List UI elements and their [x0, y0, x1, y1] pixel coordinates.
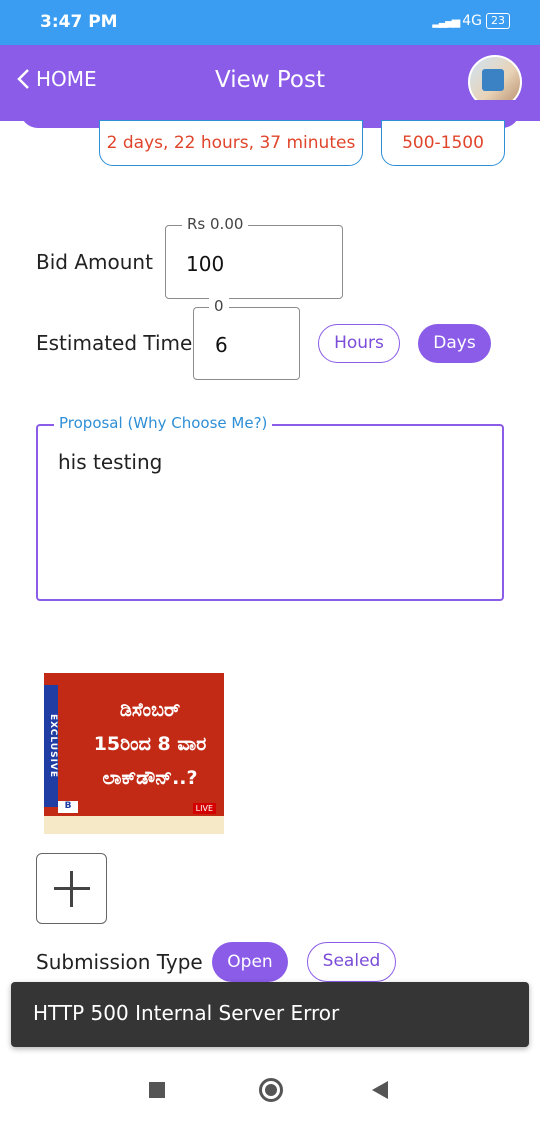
recents-icon[interactable]: [149, 1082, 165, 1098]
thumbnail-logo: B: [58, 801, 78, 813]
thumbnail-headline-line: 15ರಿಂದ 8 ವಾರ: [93, 733, 207, 755]
thumbnail-side-text: EXCLUSIVE: [44, 685, 58, 807]
live-badge: LIVE: [192, 803, 216, 814]
thumbnail-headline: ಡಿಸೆಂಬರ್ 15ರಿಂದ 8 ವಾರ ಲಾಕ್‌ಡೌನ್..?: [80, 693, 220, 795]
days-toggle[interactable]: Days: [418, 324, 491, 363]
open-option[interactable]: Open: [212, 942, 288, 982]
status-bar: 3:47 PM ▂▃▄▅ 4G 23: [0, 0, 540, 45]
system-nav-bar: [0, 1058, 540, 1123]
error-toast: HTTP 500 Internal Server Error: [11, 982, 529, 1047]
estimated-time-label: Estimated Time: [36, 331, 193, 355]
status-icons: ▂▃▄▅ 4G 23: [432, 13, 510, 29]
attachment-thumbnail[interactable]: EXCLUSIVE ಡಿಸೆಂಬರ್ 15ರಿಂದ 8 ವಾರ ಲಾಕ್‌ಡೌನ…: [44, 673, 224, 834]
thumbnail-ticker: [44, 816, 224, 834]
back-icon[interactable]: [372, 1081, 388, 1099]
proposal-text: his testing: [58, 450, 163, 474]
proposal-label: Proposal (Why Choose Me?): [54, 414, 273, 432]
signal-icon: ▂▃▄▅: [432, 14, 460, 28]
bid-amount-label: Bid Amount: [36, 250, 153, 274]
home-icon[interactable]: [259, 1078, 283, 1102]
add-attachment-button[interactable]: [36, 853, 107, 924]
sealed-option[interactable]: Sealed: [307, 942, 396, 982]
estimated-time-hint: 0: [209, 297, 229, 315]
proposal-field[interactable]: Proposal (Why Choose Me?) his testing: [36, 414, 504, 601]
estimated-time-field[interactable]: 0 6: [193, 297, 300, 380]
toast-message: HTTP 500 Internal Server Error: [33, 1001, 340, 1025]
thumbnail-headline-line: ಲಾಕ್‌ಡೌನ್..?: [102, 767, 198, 789]
battery-icon: 23: [486, 13, 510, 29]
page-title: View Post: [214, 67, 325, 93]
bid-amount-value: 100: [186, 252, 225, 276]
budget-chip: 500-1500: [381, 120, 505, 166]
thumbnail-headline-line: ಡಿಸೆಂಬರ್: [119, 699, 181, 721]
time-remaining-chip: 2 days, 22 hours, 37 minutes: [99, 120, 363, 166]
hours-toggle[interactable]: Hours: [318, 324, 400, 363]
bid-amount-hint: Rs 0.00: [182, 215, 249, 233]
submission-type-label: Submission Type: [36, 950, 203, 974]
network-label: 4G: [462, 13, 482, 29]
estimated-time-value: 6: [215, 333, 228, 357]
status-time: 3:47 PM: [40, 12, 118, 32]
bid-amount-field[interactable]: Rs 0.00 100: [165, 215, 343, 299]
